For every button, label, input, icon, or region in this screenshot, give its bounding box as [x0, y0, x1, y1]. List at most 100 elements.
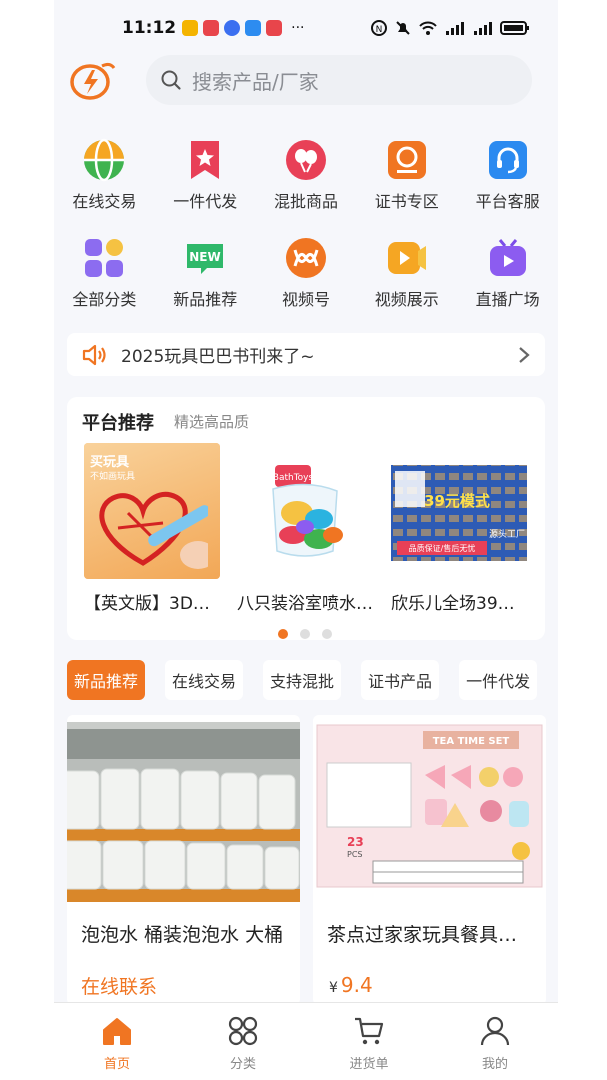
product-image: [67, 722, 300, 902]
menu-live-plaza[interactable]: 直播广场: [457, 236, 558, 334]
product-card[interactable]: 泡泡水 桶装泡泡水 大桶 在线联系: [67, 715, 300, 1005]
currency-symbol: ¥: [329, 980, 338, 996]
nav-purchase-list[interactable]: 进货单: [306, 1003, 432, 1080]
image-caption: BathToys: [273, 473, 314, 483]
signal-icon: [446, 22, 464, 35]
video-play-icon: [385, 236, 429, 280]
carousel-dot[interactable]: [322, 629, 332, 639]
announcement-text: 2025玩具巴巴书刊来了~: [121, 347, 315, 367]
menu-label: 全部分类: [72, 290, 137, 309]
menu-label: 直播广场: [475, 290, 540, 309]
nav-label: 首页: [103, 1057, 130, 1072]
carousel-dot-active[interactable]: [278, 629, 288, 639]
bottom-navigation: 首页 分类 进货单 我的: [54, 1002, 558, 1080]
recommend-item[interactable]: 买玩具 不如画玩具 【英文版】3D打印笔: [84, 443, 226, 614]
recommend-item-name: 【英文版】3D打印笔: [84, 594, 224, 614]
bubble-water-barrels-photo: [67, 729, 300, 902]
signal-icon: [474, 22, 492, 35]
bookmark-star-icon: [183, 138, 227, 182]
menu-all-categories[interactable]: 全部分类: [54, 236, 155, 334]
box-title: TEA TIME SET: [433, 736, 510, 747]
product-name: 泡泡水 桶装泡泡水 大桶: [81, 924, 284, 946]
channels-icon: [284, 236, 328, 280]
nav-home[interactable]: 首页: [54, 1003, 180, 1080]
menu-video-showcase[interactable]: 视频展示: [356, 236, 457, 334]
recommend-item[interactable]: BathToys 八只装浴室喷水玩具: [237, 443, 379, 614]
search-bar[interactable]: 搜索产品/厂家: [146, 55, 532, 105]
section-subtitle: 精选高品质: [174, 413, 250, 431]
huawei-notification-icon: [203, 20, 220, 36]
status-indicators: N: [370, 19, 530, 37]
image-caption: 39元模式: [424, 492, 490, 510]
product-price: ¥9.4: [329, 973, 373, 997]
menu-label: 视频号: [281, 290, 330, 309]
image-caption: 源头工厂: [489, 529, 525, 540]
weibo-notification-icon: [182, 20, 199, 36]
bath-toys-illustration: BathToys: [272, 465, 343, 557]
menu-label: 混批商品: [273, 192, 338, 211]
product-name: 茶点过家家玩具餐具套装: [327, 924, 533, 946]
platform-recommend-card: 平台推荐 精选高品质 买玩具 不如画玩具 【英文版】3D打印笔 Bat: [67, 397, 545, 640]
menu-label: 证书专区: [374, 192, 439, 211]
tab-new-products[interactable]: 新品推荐: [67, 660, 146, 700]
status-bar: 11:12 ··· N: [54, 0, 558, 56]
headset-icon: [486, 138, 530, 182]
nav-profile[interactable]: 我的: [432, 1003, 558, 1080]
menu-online-trade[interactable]: 在线交易: [54, 138, 155, 236]
tab-mixed-batch[interactable]: 支持混批: [263, 660, 342, 700]
menu-label: 一件代发: [173, 192, 238, 211]
status-time: 11:12: [122, 18, 177, 38]
recommend-item[interactable]: 39元模式 品质保证/售后无忧 源头工厂 欣乐儿全场39元模式: [391, 443, 533, 614]
tab-certified[interactable]: 证书产品: [361, 660, 440, 700]
svg-text:N: N: [376, 25, 383, 35]
logo-icon: [70, 62, 116, 100]
quick-menu-grid: 在线交易 一件代发 混批商品 证书专区 平台客服 全部分类 NEW 新品推荐 视…: [54, 138, 558, 334]
menu-customer-service[interactable]: 平台客服: [457, 138, 558, 236]
menu-certificates[interactable]: 证书专区: [356, 138, 457, 236]
menu-label: 新品推荐: [173, 290, 238, 309]
box-pcs-unit: PCS: [347, 850, 363, 859]
globe-icon: [82, 138, 126, 182]
svg-text:NEW: NEW: [189, 250, 220, 264]
nav-category[interactable]: 分类: [180, 1003, 306, 1080]
menu-mixed-batch[interactable]: 混批商品: [256, 138, 357, 236]
tea-set-box-photo: TEA TIME SET 23 PCS: [316, 724, 543, 888]
nav-label: 分类: [229, 1057, 256, 1072]
battery-icon: [500, 21, 529, 35]
product-filter-tabs: 新品推荐 在线交易 支持混批 证书产品 一件代发: [67, 660, 538, 700]
carousel-dot[interactable]: [300, 629, 310, 639]
contact-online-link[interactable]: 在线联系: [81, 972, 157, 999]
carousel-indicator: [278, 629, 332, 639]
announcement-bar[interactable]: 2025玩具巴巴书刊来了~: [67, 333, 545, 376]
menu-channels[interactable]: 视频号: [256, 236, 357, 334]
menu-new-products[interactable]: NEW 新品推荐: [155, 236, 256, 334]
huawei-notification-icon: [266, 20, 283, 36]
category-icon: [228, 1016, 258, 1046]
speaker-icon: [82, 344, 106, 365]
search-placeholder: 搜索产品/厂家: [192, 69, 319, 94]
box-pcs-count: 23: [347, 835, 364, 849]
tab-dropship[interactable]: 一件代发: [459, 660, 538, 700]
tab-online-trade[interactable]: 在线交易: [165, 660, 244, 700]
mute-bell-icon: [396, 21, 410, 35]
balloons-icon: [284, 138, 328, 182]
recommend-item-name: 欣乐儿全场39元模式: [391, 594, 531, 614]
recommend-item-name: 八只装浴室喷水玩具: [237, 594, 377, 614]
app-screen: 11:12 ··· N 搜索产品/厂家 在线交易 一件代发 混批商品 证书专区 …: [54, 0, 558, 1080]
image-caption: 不如画玩具: [90, 472, 136, 482]
menu-dropship[interactable]: 一件代发: [155, 138, 256, 236]
home-icon: [103, 1018, 131, 1045]
menu-label: 平台客服: [475, 192, 540, 211]
live-tv-icon: [486, 236, 530, 280]
music-notification-icon: [224, 20, 241, 36]
store-banner-illustration: 39元模式 品质保证/售后无忧 源头工厂: [391, 465, 527, 561]
nfc-icon: N: [371, 20, 387, 36]
nav-label: 我的: [481, 1057, 508, 1072]
cart-icon: [355, 1017, 384, 1045]
menu-label: 在线交易: [72, 192, 137, 211]
category-grid-icon: [82, 236, 126, 280]
search-icon: [161, 70, 181, 90]
product-image: 39元模式 品质保证/售后无忧 源头工厂: [391, 443, 527, 579]
snowflake-notification-icon: [245, 20, 262, 36]
product-card[interactable]: TEA TIME SET 23 PCS 茶点过家家玩具餐具套装 ¥ 9.4: [313, 715, 546, 1005]
